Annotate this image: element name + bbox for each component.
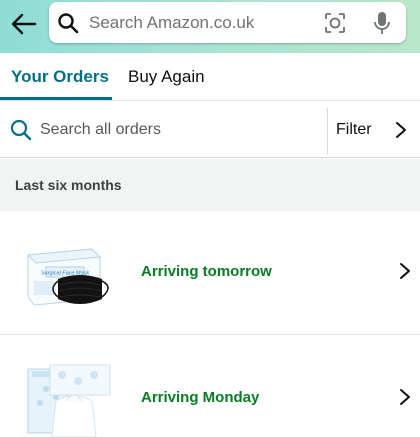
order-search-bar: Search all orders Filter	[0, 102, 420, 158]
top-header-bar: Search Amazon.co.uk	[0, 0, 420, 53]
section-title: Last six months	[15, 177, 122, 193]
delivery-status: Arriving tomorrow	[141, 263, 272, 280]
search-icon	[10, 119, 32, 141]
search-icon	[58, 13, 79, 34]
tissue-product-image	[27, 364, 111, 437]
tab-buy-again[interactable]: Buy Again	[128, 67, 205, 87]
back-arrow-icon	[11, 13, 37, 35]
delivery-status: Arriving Monday	[141, 389, 260, 406]
camera-lens-icon[interactable]	[323, 11, 347, 35]
order-item[interactable]: Arriving Monday	[0, 335, 420, 437]
search-orders-input[interactable]: Search all orders	[40, 121, 161, 139]
filter-label: Filter	[336, 121, 372, 138]
back-button[interactable]	[8, 8, 40, 40]
tab-your-orders[interactable]: Your Orders	[11, 67, 109, 87]
search-input[interactable]: Search Amazon.co.uk	[89, 13, 254, 33]
chevron-right-icon	[396, 122, 406, 138]
filter-button[interactable]: Filter	[328, 102, 420, 158]
active-tab-indicator	[0, 97, 112, 100]
amazon-search-field[interactable]: Search Amazon.co.uk	[49, 2, 406, 43]
chevron-right-icon	[400, 263, 410, 279]
order-item[interactable]: Surgical Face Mask Arriving tomorrow	[0, 211, 420, 335]
microphone-icon[interactable]	[371, 10, 393, 36]
face-mask-product-image: Surgical Face Mask	[26, 248, 109, 306]
chevron-right-icon	[400, 389, 410, 405]
section-header: Last six months	[0, 159, 420, 211]
orders-tab-bar: Your Orders Buy Again	[0, 53, 420, 101]
